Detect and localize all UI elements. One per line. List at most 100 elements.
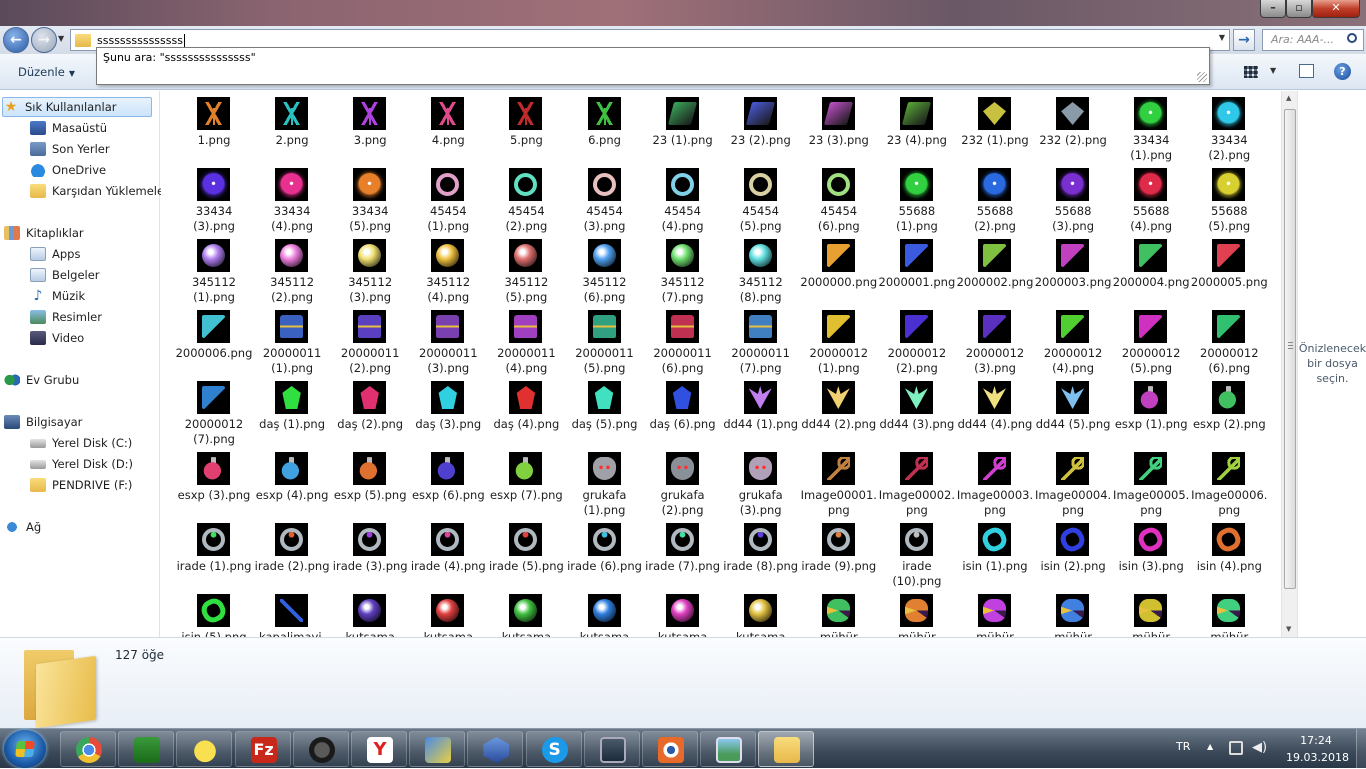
start-button[interactable] [4,730,46,768]
file-item[interactable]: kutsama [644,590,722,637]
file-item[interactable]: 20000012 (7).png [175,377,253,447]
sidebar-item-15[interactable]: PENDRIVE (F:) [30,475,132,495]
file-item[interactable]: grukafa (1).png [566,448,644,518]
eye-app-taskbar-button[interactable] [642,731,698,767]
file-item[interactable]: 232 (2).png [1034,93,1112,163]
file-item[interactable]: dd44 (1).png [722,377,800,447]
file-item[interactable]: dd44 (2).png [800,377,878,447]
file-item[interactable]: kutsama [331,590,409,637]
clock-date[interactable]: 19.03.2018 [1286,751,1349,764]
skype-taskbar-button[interactable]: S [525,731,582,767]
vpn-lock-taskbar-button[interactable] [118,731,175,767]
file-item[interactable]: 33434 (3).png [175,164,253,234]
sidebar-item-8[interactable]: ♪ Müzik [30,286,86,306]
file-item[interactable]: 6.png [566,93,644,163]
file-item[interactable]: 20000011 (7).png [722,306,800,376]
file-item[interactable]: 345112 (6).png [566,235,644,305]
file-item[interactable]: 20000012 (1).png [800,306,878,376]
file-item[interactable]: daş (4).png [487,377,565,447]
file-item[interactable]: 23 (3).png [800,93,878,163]
monitor-taskbar-button[interactable] [583,731,640,767]
file-item[interactable]: mühür [878,590,956,637]
sidebar-item-4[interactable]: Karşıdan Yüklemeler [30,181,169,201]
file-item[interactable]: 2000001.png [878,235,956,305]
vertical-scrollbar[interactable]: ▲ ▼ [1281,91,1297,637]
file-item[interactable]: esxp (5).png [331,448,409,518]
go-button[interactable]: → [1233,29,1255,51]
file-item[interactable]: 20000011 (2).png [331,306,409,376]
title-bar[interactable]: – ▫ ✕ [0,0,1366,26]
file-item[interactable]: 20000012 (5).png [1112,306,1190,376]
file-item[interactable]: irade (5).png [487,519,565,589]
file-item[interactable]: dd44 (5).png [1034,377,1112,447]
file-item[interactable]: mühür [956,590,1034,637]
file-item[interactable]: 45454 (4).png [644,164,722,234]
photo-viewer-taskbar-button[interactable] [700,731,757,767]
volume-icon[interactable]: ◀) [1252,741,1267,755]
file-item[interactable]: kutsama [487,590,565,637]
file-item[interactable]: 33434 (1).png [1112,93,1190,163]
file-item[interactable]: 345112 (7).png [644,235,722,305]
organize-button[interactable]: Düzenle ▼ [10,62,83,82]
file-item[interactable]: 20000011 (4).png [487,306,565,376]
file-item[interactable]: isin (4).png [1190,519,1268,589]
file-item[interactable]: daş (3).png [409,377,487,447]
file-item[interactable]: 55688 (1).png [878,164,956,234]
file-item[interactable]: kapalimavi. [253,590,331,637]
file-item[interactable]: 45454 (3).png [566,164,644,234]
maximize-button[interactable]: ▫ [1286,0,1312,18]
scrollbar-thumb[interactable] [1284,109,1296,589]
file-item[interactable]: irade (7).png [644,519,722,589]
address-input-text[interactable]: sssssssssssssss [97,34,183,47]
file-item[interactable]: 55688 (2).png [956,164,1034,234]
explorer-taskbar-button[interactable] [758,731,815,767]
file-item[interactable]: isin (3).png [1112,519,1190,589]
close-button[interactable]: ✕ [1312,0,1360,18]
file-item[interactable]: 20000011 (1).png [253,306,331,376]
file-item[interactable]: Image00006.png [1190,448,1268,518]
file-item[interactable]: 345112 (3).png [331,235,409,305]
file-item[interactable]: 45454 (2).png [487,164,565,234]
file-item[interactable]: Image00002.png [878,448,956,518]
yandex-taskbar-button[interactable]: Y [351,731,407,767]
sidebar-item-7[interactable]: Belgeler [30,265,100,285]
file-item[interactable]: 1.png [175,93,253,163]
file-item[interactable]: 45454 (1).png [409,164,487,234]
file-item[interactable]: 4.png [409,93,487,163]
address-history-dropdown[interactable]: ▼ [1219,33,1225,42]
file-item[interactable]: irade (6).png [566,519,644,589]
file-item[interactable]: 232 (1).png [956,93,1034,163]
file-item[interactable]: 33434 (4).png [253,164,331,234]
file-item[interactable]: 20000012 (6).png [1190,306,1268,376]
sidebar-item-3[interactable]: OneDrive [30,160,106,180]
clock-time[interactable]: 17:24 [1286,734,1346,747]
chevron-down-icon[interactable]: ▼ [1270,66,1276,75]
file-item[interactable]: 2000005.png [1190,235,1268,305]
file-item[interactable]: 2000006.png [175,306,253,376]
file-item[interactable]: kutsama [409,590,487,637]
file-item[interactable]: 23 (1).png [644,93,722,163]
file-item[interactable]: 23 (4).png [878,93,956,163]
sidebar-item-9[interactable]: Resimler [30,307,102,327]
sidebar-item-16[interactable]: Ağ [4,517,41,537]
minimize-button[interactable]: – [1260,0,1286,18]
scroll-down-arrow[interactable]: ▼ [1286,625,1291,633]
file-item[interactable]: 2000004.png [1112,235,1190,305]
scroll-up-arrow[interactable]: ▲ [1286,94,1291,102]
sidebar-item-6[interactable]: Apps [30,244,80,264]
file-item[interactable]: dd44 (3).png [878,377,956,447]
file-item[interactable]: 2.png [253,93,331,163]
language-indicator[interactable]: TR [1176,740,1190,753]
file-item[interactable]: Image00005.png [1112,448,1190,518]
file-item[interactable]: daş (6).png [644,377,722,447]
file-item[interactable]: Image00004.png [1034,448,1112,518]
file-item[interactable]: 2000003.png [1034,235,1112,305]
back-button[interactable]: ← [3,27,29,53]
file-item[interactable]: 20000011 (5).png [566,306,644,376]
file-item[interactable]: grukafa (3).png [722,448,800,518]
search-input[interactable]: Ara: AAA-... [1262,29,1364,51]
virtualbox-taskbar-button[interactable] [467,731,524,767]
file-item[interactable]: 20000012 (2).png [878,306,956,376]
file-item[interactable]: daş (5).png [566,377,644,447]
file-item[interactable]: mühür [800,590,878,637]
